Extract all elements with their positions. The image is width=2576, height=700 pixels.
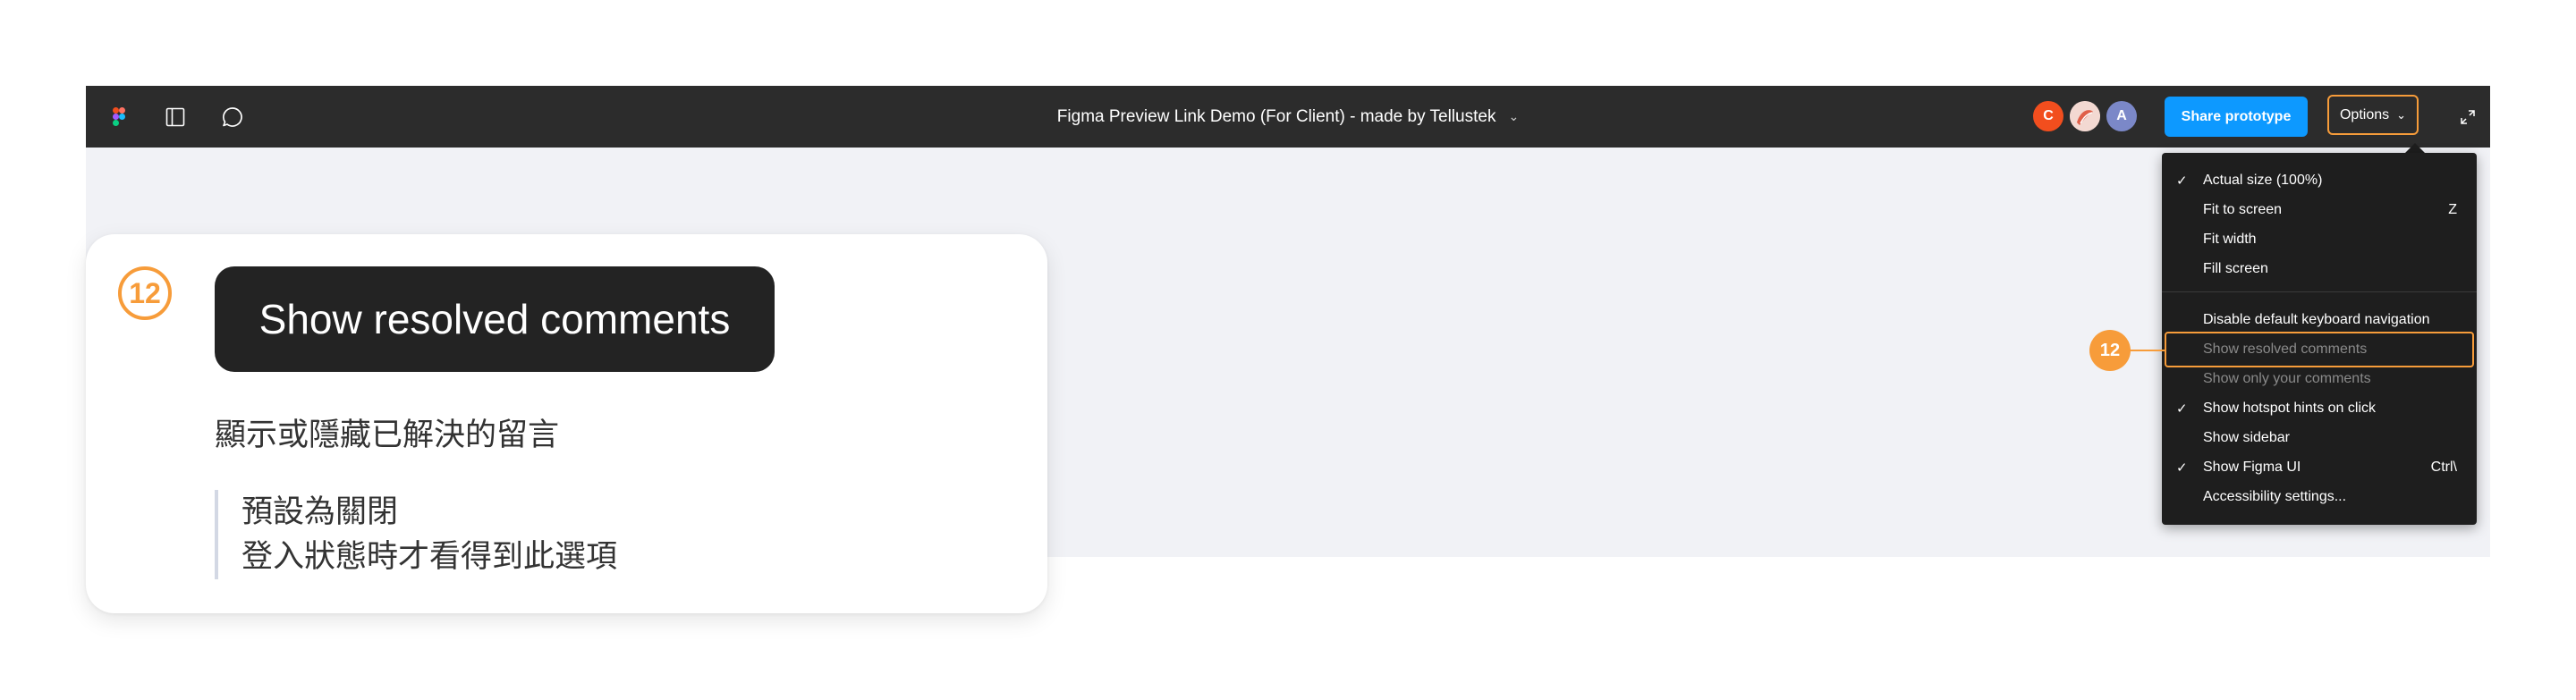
menu-item-label: Show sidebar <box>2203 429 2290 445</box>
annotation-number-badge: 12 <box>2089 330 2131 371</box>
figma-logo-icon[interactable] <box>106 86 132 148</box>
menu-item-disable-keyboard-nav[interactable]: Disable default keyboard navigation <box>2162 305 2477 334</box>
annotation-card: 12 Show resolved comments 顯示或隱藏已解決的留言 預設… <box>86 234 1047 613</box>
menu-item-fill-screen[interactable]: Fill screen <box>2162 254 2477 283</box>
feature-name-pill: Show resolved comments <box>215 266 775 372</box>
menu-item-fit-width[interactable]: Fit width <box>2162 224 2477 254</box>
expand-icon[interactable] <box>2454 86 2481 148</box>
sidebar-toggle-icon[interactable] <box>163 86 188 148</box>
menu-item-shortcut: Ctrl\ <box>2430 459 2457 475</box>
menu-item-label: Actual size (100%) <box>2203 172 2323 188</box>
prototype-toolbar: Figma Preview Link Demo (For Client) - m… <box>86 86 2490 148</box>
document-title: Figma Preview Link Demo (For Client) - m… <box>1056 106 1496 126</box>
menu-item-label: Accessibility settings... <box>2203 488 2347 504</box>
menu-item-show-only-your-comments[interactable]: Show only your comments <box>2162 364 2477 393</box>
avatar-image[interactable] <box>2070 101 2100 131</box>
menu-item-label: Show hotspot hints on click <box>2203 400 2376 416</box>
annotation-notes: 預設為關閉 登入狀態時才看得到此選項 <box>215 490 617 579</box>
annotation-highlight-box <box>2165 332 2474 367</box>
chevron-down-icon: ⌄ <box>1508 109 1520 123</box>
menu-item-label: Fit width <box>2203 231 2257 247</box>
avatar[interactable]: C <box>2033 101 2063 131</box>
menu-item-label: Disable default keyboard navigation <box>2203 311 2430 327</box>
options-label: Options <box>2339 106 2390 122</box>
menu-item-label: Fill screen <box>2203 260 2268 276</box>
menu-item-actual-size[interactable]: ✓ Actual size (100%) <box>2162 165 2477 195</box>
check-icon: ✓ <box>2176 173 2188 189</box>
share-prototype-button[interactable]: Share prototype <box>2165 97 2308 137</box>
menu-item-fit-to-screen[interactable]: Fit to screen Z <box>2162 195 2477 224</box>
menu-divider <box>2162 291 2477 292</box>
annotation-note: 預設為關閉 <box>242 494 399 529</box>
menu-item-show-hotspot-hints[interactable]: ✓ Show hotspot hints on click <box>2162 393 2477 423</box>
annotation-number-badge: 12 <box>118 266 172 320</box>
menu-item-label: Fit to screen <box>2203 201 2283 217</box>
check-icon: ✓ <box>2176 460 2188 476</box>
options-button[interactable]: Options ⌄ <box>2327 95 2419 135</box>
annotation-connector-line <box>2130 350 2165 351</box>
annotation-note: 登入狀態時才看得到此選項 <box>242 539 618 574</box>
menu-item-label: Show Figma UI <box>2203 459 2301 475</box>
menu-item-show-sidebar[interactable]: Show sidebar <box>2162 423 2477 452</box>
chevron-down-icon: ⌄ <box>2396 107 2407 122</box>
check-icon: ✓ <box>2176 401 2188 417</box>
document-title-dropdown[interactable]: Figma Preview Link Demo (For Client) - m… <box>1057 107 1519 127</box>
menu-item-shortcut: Z <box>2448 201 2457 217</box>
comment-icon[interactable] <box>220 86 245 148</box>
annotation-description: 顯示或隱藏已解決的留言 <box>215 417 560 452</box>
menu-item-show-figma-ui[interactable]: ✓ Show Figma UI Ctrl\ <box>2162 452 2477 482</box>
avatar[interactable]: A <box>2106 101 2137 131</box>
menu-item-label: Show only your comments <box>2203 370 2371 386</box>
menu-item-accessibility-settings[interactable]: Accessibility settings... <box>2162 482 2477 511</box>
